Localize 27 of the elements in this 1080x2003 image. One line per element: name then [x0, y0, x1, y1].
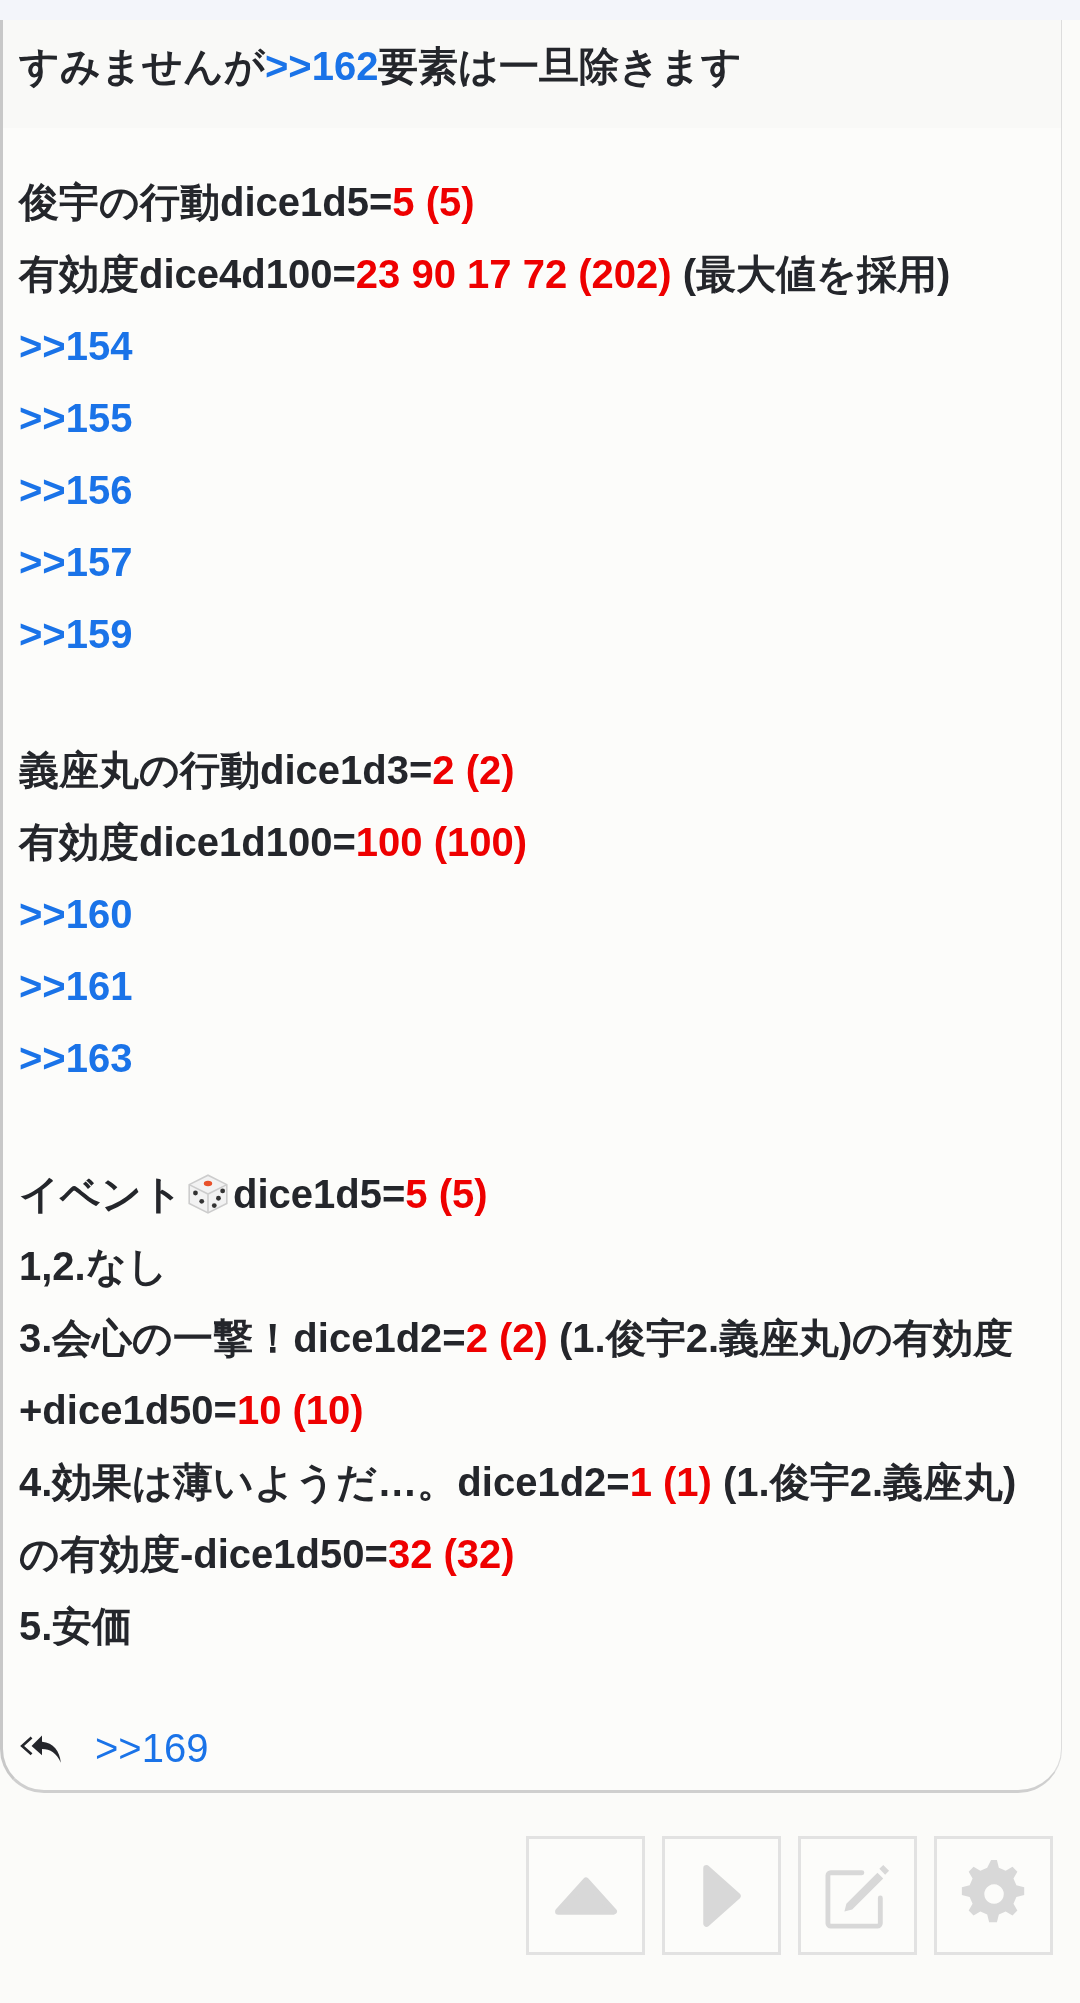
- post-line: 俊宇の行動dice1d5=5 (5): [19, 179, 476, 226]
- post-line: 有効度dice4d100=23 90 17 72 (202) (最大値を採用): [19, 251, 952, 298]
- play-button[interactable]: [662, 1836, 781, 1955]
- post-line: すみませんが>>162要素は一旦除きます: [19, 43, 744, 90]
- reply-link[interactable]: >>155: [19, 396, 133, 440]
- post-line: 有効度dice1d100=100 (100): [19, 819, 529, 866]
- reply-link[interactable]: >>162: [265, 44, 379, 88]
- post-line: 義座丸の行動dice1d3=2 (2): [19, 747, 516, 794]
- reply-link[interactable]: >>169: [95, 1725, 209, 1771]
- reply-link[interactable]: >>160: [19, 892, 133, 936]
- post-line: 5.安価: [19, 1603, 134, 1650]
- settings-button[interactable]: [934, 1836, 1053, 1955]
- reply-link[interactable]: >>161: [19, 964, 133, 1008]
- reply-link[interactable]: >>154: [19, 324, 133, 368]
- reply-link[interactable]: >>159: [19, 612, 133, 656]
- edit-button[interactable]: [798, 1836, 917, 1955]
- post-line: イベント dice1d5=5 (5): [19, 1169, 489, 1218]
- reply-link[interactable]: >>157: [19, 540, 133, 584]
- edit-icon: [824, 1862, 891, 1929]
- up-arrow-icon: [553, 1875, 618, 1916]
- reply-link[interactable]: >>156: [19, 468, 133, 512]
- post-line: 1,2.なし: [19, 1243, 169, 1290]
- post-line: 4.効果は薄いようだ…。dice1d2=1 (1) (1.俊宇2.義座丸)の有効度-dice1d50=32 (32): [19, 1459, 1018, 1578]
- up-arrow-button[interactable]: [526, 1836, 645, 1955]
- reply-link[interactable]: >>163: [19, 1036, 133, 1080]
- play-icon: [701, 1863, 742, 1928]
- post-line: 3.会心の一撃！dice1d2=2 (2) (1.俊宇2.義座丸)の有効度+dice1d50=10 (10): [19, 1315, 1015, 1434]
